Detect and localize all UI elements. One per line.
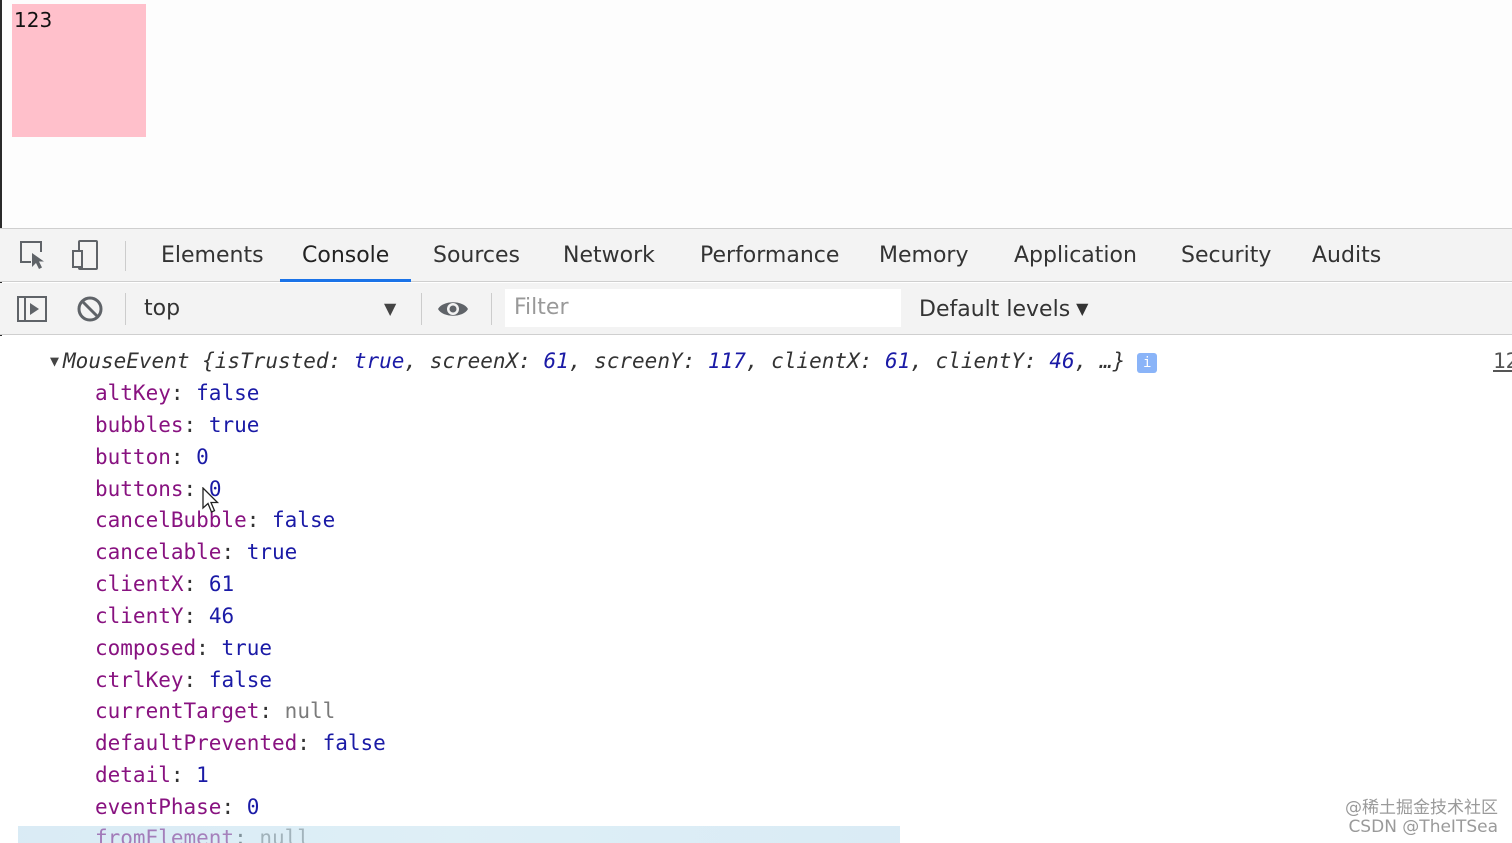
eye-icon[interactable]: [437, 293, 469, 325]
chevron-down-icon: ▼: [1076, 299, 1089, 318]
property-row: cancelable: true: [95, 540, 298, 564]
devtools-tab-bar: Elements Console Sources Network Perform…: [0, 228, 1512, 282]
summary-screeny-value: 117: [707, 349, 746, 373]
tab-audits[interactable]: Audits: [1312, 229, 1381, 282]
tab-network[interactable]: Network: [563, 229, 655, 282]
pink-box[interactable]: 123: [12, 4, 146, 137]
source-link[interactable]: 12: [1493, 346, 1512, 376]
active-tab-indicator: [280, 279, 411, 282]
toolbar-divider: [491, 293, 492, 325]
toolbar-divider: [421, 293, 422, 325]
console-output: ▼ MouseEvent {isTrusted: true, screenX: 6…: [0, 336, 1512, 843]
tab-application[interactable]: Application: [1014, 229, 1137, 282]
summary-istrusted-value: true: [353, 349, 405, 373]
log-levels-label: Default levels: [919, 297, 1071, 322]
show-sidebar-icon[interactable]: [16, 293, 48, 325]
watermark-line-1: @稀土掘金技术社区: [1345, 798, 1498, 818]
property-row: detail: 1: [95, 763, 209, 787]
console-toolbar: top ▼ Filter Default levels ▼: [0, 283, 1512, 335]
inspect-element-icon[interactable]: [18, 239, 50, 271]
mouse-cursor-icon: [202, 487, 220, 513]
page-viewport: 123: [2, 0, 1512, 228]
device-toolbar-icon[interactable]: [70, 239, 102, 271]
property-row: clientX: 61: [95, 572, 235, 596]
tab-elements[interactable]: Elements: [161, 229, 264, 282]
property-row: composed: true: [95, 636, 273, 660]
log-levels-dropdown[interactable]: Default levels ▼: [919, 292, 1088, 326]
summary-ellipsis: …}: [1099, 349, 1126, 373]
summary-clienty-value: 46: [1049, 349, 1075, 373]
tab-performance[interactable]: Performance: [700, 229, 839, 282]
property-row: eventPhase: 0: [95, 795, 260, 819]
property-row: clientY: 46: [95, 604, 235, 628]
toolbar-divider: [125, 241, 126, 271]
object-class-name: MouseEvent: [63, 349, 190, 373]
property-row: defaultPrevented: false: [95, 731, 386, 755]
watermark: @稀土掘金技术社区 CSDN @TheITSea: [1345, 799, 1498, 837]
property-row: altKey: false: [95, 381, 260, 405]
tab-memory[interactable]: Memory: [879, 229, 968, 282]
tab-console[interactable]: Console: [302, 229, 389, 282]
filter-input[interactable]: Filter: [505, 289, 901, 327]
chevron-down-icon[interactable]: ▼: [384, 292, 396, 326]
toolbar-divider: [125, 293, 126, 325]
video-overlay-strip: [18, 826, 900, 843]
property-row: bubbles: true: [95, 413, 260, 437]
summary-screenx-value: 61: [543, 349, 569, 373]
property-row: button: 0: [95, 445, 209, 469]
object-summary[interactable]: ▼ MouseEvent {isTrusted: true, screenX: 6…: [50, 346, 1158, 376]
property-row: currentTarget: null: [95, 699, 336, 723]
watermark-line-2: CSDN @TheITSea: [1348, 817, 1498, 837]
property-row: ctrlKey: false: [95, 668, 273, 692]
clear-console-icon[interactable]: [74, 293, 106, 325]
summary-clientx-value: 61: [884, 349, 911, 373]
tab-sources[interactable]: Sources: [433, 229, 520, 282]
tab-security[interactable]: Security: [1181, 229, 1271, 282]
expand-triangle-icon[interactable]: ▼: [50, 352, 59, 370]
info-icon[interactable]: i: [1137, 353, 1158, 373]
context-selector[interactable]: top: [144, 292, 404, 326]
